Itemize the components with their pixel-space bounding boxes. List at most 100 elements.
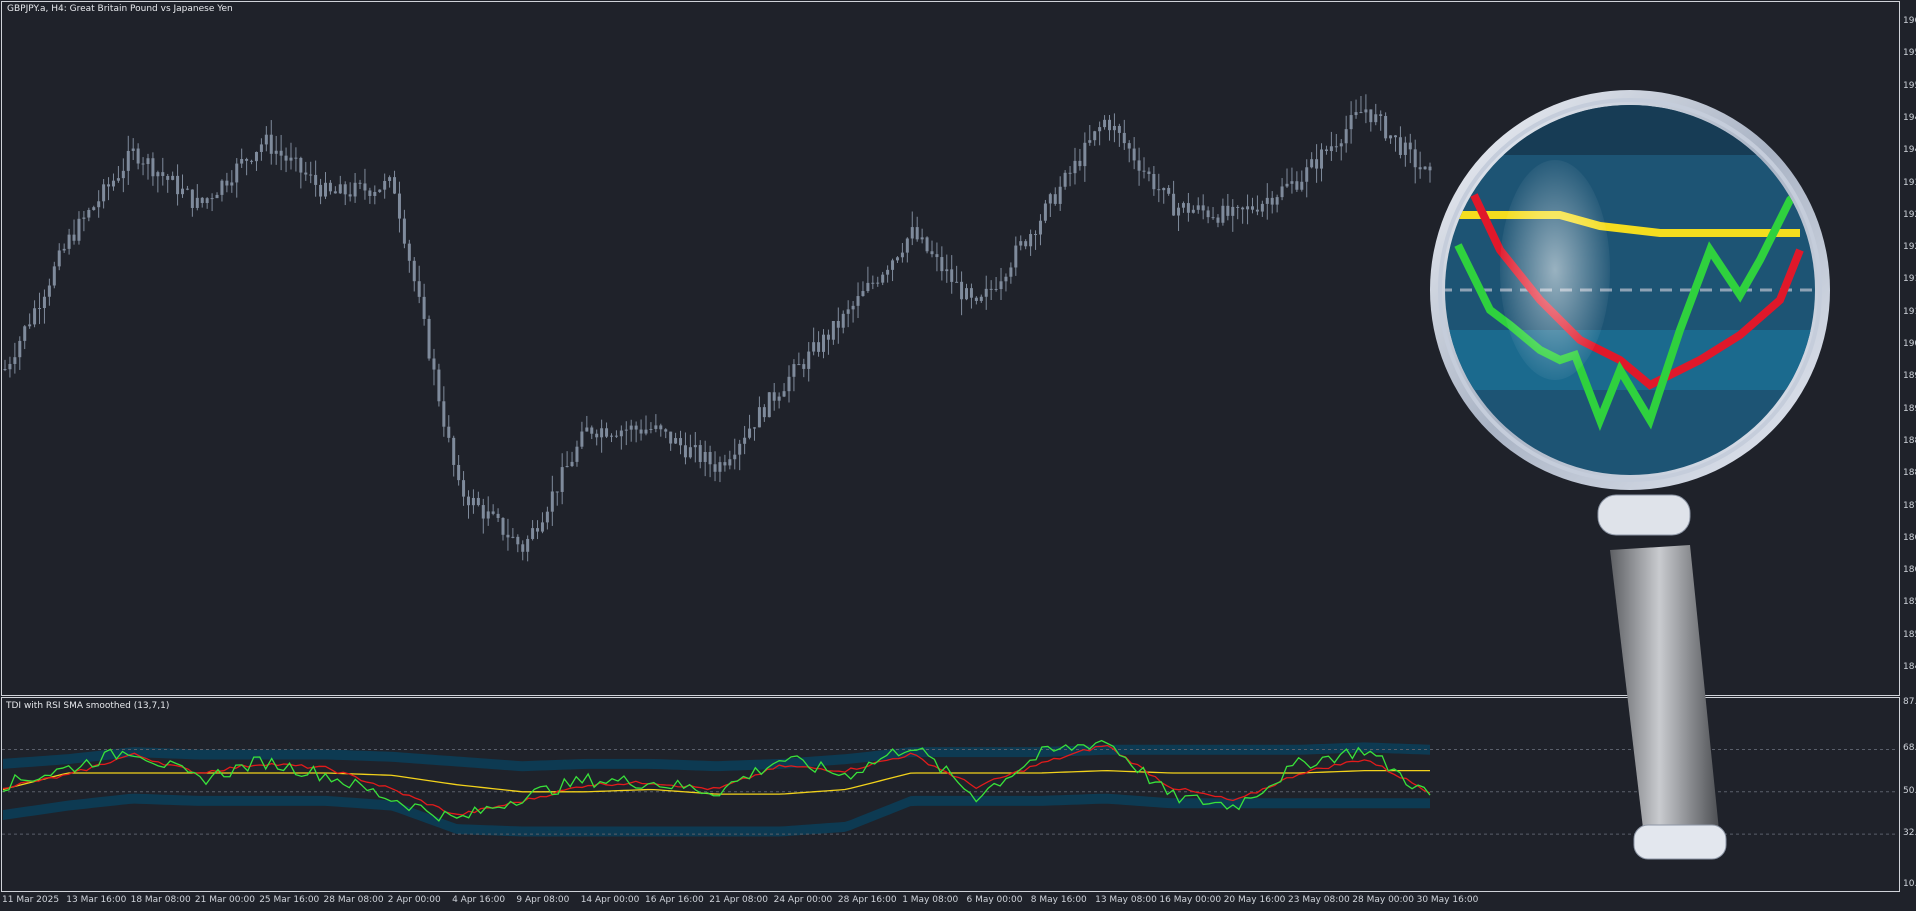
candle-body [284,155,288,161]
time-axis-label: 11 Mar 2025 [2,895,60,905]
candle-body [1132,148,1136,161]
candle-body [1324,149,1328,152]
time-axis-label: 6 May 00:00 [966,895,1023,905]
candle-body [259,144,263,152]
price-axis-label: 185.210 [1903,629,1916,640]
indicator-axis-label: 87.7459 [1903,697,1916,707]
candle-body [1260,203,1264,212]
candle-body [373,191,377,196]
candle-body [664,429,668,432]
candle-body [545,511,549,523]
candle-body [141,163,145,165]
candle-body [580,431,584,447]
candle-body [748,428,752,438]
candle-body [654,425,658,429]
candle-body [935,254,939,258]
candle-body [279,150,283,156]
candle-body [1413,149,1417,168]
candle-body [1295,181,1299,190]
tdi-indicator [2,739,1898,837]
candle-body [590,427,594,434]
candle-body [1004,276,1008,282]
time-axis-label: 4 Apr 16:00 [452,895,506,905]
candle-body [762,407,766,418]
candle-body [1221,205,1225,223]
candle-body [1374,114,1378,123]
candlestick-series [3,94,1432,562]
candle-body [965,288,969,300]
candle-body [304,172,308,175]
candle-body [358,182,362,184]
candle-body [1206,210,1210,218]
candle-body [1063,172,1067,187]
candle-body [77,218,81,241]
candle-body [309,174,313,176]
candle-body [521,544,525,552]
time-axis-label: 14 Apr 00:00 [580,895,640,905]
candle-body [1127,143,1131,149]
price-axis-label: 189.970 [1903,371,1916,382]
price-axis-label: 192.945 [1903,209,1916,220]
candle-body [501,517,505,535]
indicator-axis-label: 32.0000 [1903,828,1916,839]
candle-body [111,180,115,187]
candle-body [3,369,7,371]
candle-body [1320,149,1324,169]
candle-body [802,364,806,369]
time-axis-label: 16 Apr 16:00 [645,895,704,905]
candle-body [960,281,964,300]
candle-body [1009,267,1013,277]
candle-body [338,184,342,194]
candle-body [1300,181,1304,190]
candle-body [1270,197,1274,205]
candle-body [733,454,737,460]
candle-body [1162,187,1166,191]
candle-body [1058,186,1062,204]
candle-body [1231,206,1235,216]
candle-body [1408,142,1412,150]
candle-body [930,251,934,255]
candle-body [1103,119,1107,128]
candle-body [792,364,796,377]
candle-body [92,207,96,210]
candle-body [156,172,160,177]
price-axis-label: 194.135 [1903,145,1916,156]
candle-body [333,191,337,194]
candle-body [516,536,520,545]
price-axis-label: 186.400 [1903,565,1916,576]
time-axis-label: 28 Mar 08:00 [323,895,384,905]
time-axis-label: 23 May 08:00 [1288,895,1350,905]
candle-body [1043,203,1047,221]
candle-body [442,401,446,427]
candle-body [121,170,125,179]
price-axis-label: 185.805 [1903,597,1916,608]
candle-body [319,184,323,197]
candle-body [728,459,732,466]
candle-body [1211,217,1215,219]
candle-body [846,309,850,314]
candle-body [605,428,609,437]
price-axis-label: 191.160 [1903,306,1916,317]
candle-body [1344,129,1348,144]
price-axis-label: 195.325 [1903,80,1916,91]
candle-body [1107,119,1111,131]
candle-body [38,308,42,310]
price-axis-label: 193.540 [1903,177,1916,188]
candle-body [1403,142,1407,155]
candle-body [1117,125,1121,133]
candle-body [176,175,180,195]
candle-body [634,425,638,430]
candle-body [1196,205,1200,210]
candle-body [876,282,880,284]
candle-body [506,534,510,538]
candle-body [639,429,643,434]
candle-body [457,464,461,481]
candle-body [1423,166,1427,170]
candle-body [969,288,973,298]
candle-body [151,158,155,177]
candle-body [1201,205,1205,211]
candle-body [1181,203,1185,208]
candle-body [136,148,140,164]
candle-body [807,351,811,369]
candle-body [314,174,318,185]
